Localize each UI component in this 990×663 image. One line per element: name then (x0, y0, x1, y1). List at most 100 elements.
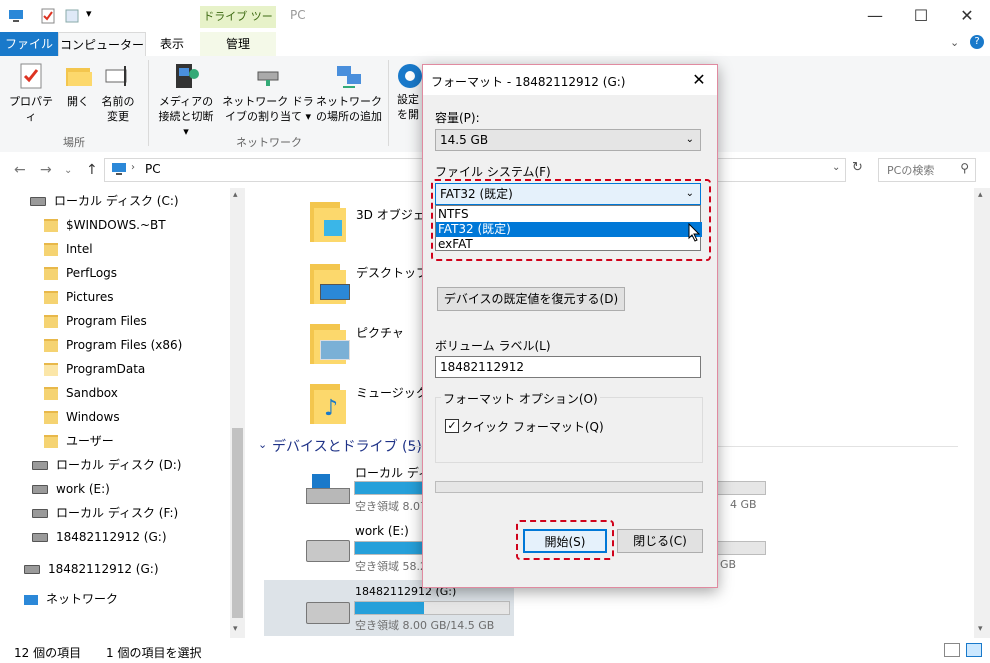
media-icon (170, 60, 202, 92)
minimize-button[interactable]: — (852, 0, 898, 32)
maximize-button[interactable]: ☐ (898, 0, 944, 32)
scroll-up-icon[interactable]: ▴ (233, 190, 238, 200)
refresh-icon[interactable]: ↻ (852, 160, 863, 175)
nav-item-folder[interactable]: $WINDOWS.~BT (44, 214, 166, 236)
nav-item-folder[interactable]: Intel (44, 238, 93, 260)
windows-drive-icon[interactable] (306, 474, 350, 504)
network-drive-icon (252, 60, 284, 92)
drive-c-capacity-suffix: 4 GB (730, 498, 757, 511)
up-arrow-icon[interactable]: ↑ (86, 162, 98, 178)
drive-icon (32, 533, 48, 542)
map-network-drive-button[interactable]: ネットワーク ドライブの割り当て ▾ (222, 60, 314, 124)
folder-desktop[interactable]: デスクトップ (356, 264, 428, 281)
close-dialog-button[interactable]: 閉じる(C) (617, 529, 703, 553)
quick-format-label[interactable]: クイック フォーマット(Q) (461, 418, 604, 435)
properties-button[interactable]: プロパティ (6, 60, 56, 124)
new-folder-icon[interactable] (64, 8, 80, 24)
recent-locations-chevron-icon[interactable]: ⌄ (64, 165, 72, 176)
nav-item-drive-g[interactable]: 18482112912 (G:) (32, 526, 167, 548)
properties-icon[interactable] (40, 8, 56, 24)
breadcrumb-pc[interactable]: PC (145, 162, 161, 176)
search-icon: ⚲ (960, 161, 969, 175)
large-icons-view-icon[interactable] (966, 643, 982, 657)
content-scrollbar[interactable]: ▴ ▾ (974, 188, 990, 638)
folder-desktop-icon[interactable] (310, 260, 350, 304)
folder-3d-objects-icon[interactable] (310, 198, 350, 242)
address-history-chevron-icon[interactable]: ⌄ (832, 162, 840, 173)
nav-item-drive-c[interactable]: ローカル ディスク (C:) (30, 190, 179, 212)
volume-label-input[interactable]: 18482112912 (435, 356, 701, 378)
section-header-devices[interactable]: デバイスとドライブ (5) (272, 436, 422, 456)
folder-pictures-icon[interactable] (310, 320, 350, 364)
nav-item-drive-d[interactable]: ローカル ディスク (D:) (32, 454, 181, 476)
breadcrumb-chevron-icon[interactable]: › (131, 162, 135, 173)
network-location-icon (333, 60, 365, 92)
nav-item-label: 18482112912 (G:) (48, 562, 159, 576)
ribbon-collapse-chevron-icon[interactable]: ⌄ (950, 36, 959, 49)
group-label-network: ネットワーク (236, 136, 302, 149)
nav-item-label: Program Files (66, 314, 147, 328)
add-network-location-button[interactable]: ネットワークの場所の追加 (316, 60, 382, 124)
open-button[interactable]: 開く (58, 60, 98, 109)
nav-item-folder[interactable]: Pictures (44, 286, 114, 308)
open-settings-button[interactable]: 設定を開 (394, 60, 422, 122)
folder-pictures[interactable]: ピクチャ (356, 324, 404, 341)
customize-toolbar-chevron-icon[interactable]: ▾ (86, 7, 92, 20)
ribbon-group-divider (388, 60, 389, 146)
nav-item-folder[interactable]: Sandbox (44, 382, 118, 404)
close-button[interactable]: ✕ (944, 0, 990, 32)
rename-button[interactable]: 名前の変更 (98, 60, 138, 124)
nav-item-label: Intel (66, 242, 93, 256)
nav-item-folder[interactable]: ユーザー (44, 430, 114, 452)
computer-icon[interactable] (8, 8, 24, 24)
nav-item-folder[interactable]: Program Files (44, 310, 147, 332)
quick-format-checkbox[interactable]: ✓ (445, 419, 459, 433)
nav-scrollbar[interactable]: ▴ ▾ (230, 188, 245, 638)
folder-icon (44, 411, 58, 424)
nav-item-drive-e[interactable]: work (E:) (32, 478, 110, 500)
drive-icon[interactable] (306, 540, 350, 562)
folder-music[interactable]: ミュージック (356, 384, 428, 401)
restore-defaults-button[interactable]: デバイスの既定値を復元する(D) (437, 287, 625, 311)
tab-computer[interactable]: コンピューター (58, 32, 146, 57)
nav-item-folder[interactable]: Windows (44, 406, 120, 428)
media-connect-button[interactable]: メディアの接続と切断 ▾ (154, 60, 218, 139)
capacity-select[interactable]: 14.5 GB ⌄ (435, 129, 701, 151)
nav-item-folder[interactable]: Program Files (x86) (44, 334, 182, 356)
tab-manage[interactable]: 管理 (200, 32, 276, 56)
search-input[interactable]: PCの検索 ⚲ (878, 158, 976, 182)
open-label: 開く (67, 95, 89, 108)
scroll-up-icon[interactable]: ▴ (978, 190, 983, 200)
title-bar: ▾ ドライブ ツール PC — ☐ ✕ (0, 0, 990, 45)
window-title: PC (290, 8, 306, 22)
nav-item-drive-f[interactable]: ローカル ディスク (F:) (32, 502, 178, 524)
search-placeholder: PCの検索 (887, 164, 935, 177)
drive-icon[interactable] (306, 602, 350, 624)
back-arrow-icon[interactable]: ← (14, 162, 26, 178)
section-collapse-chevron-icon[interactable]: ⌄ (258, 438, 267, 451)
scroll-down-icon[interactable]: ▾ (978, 624, 983, 634)
nav-item-label: ネットワーク (46, 592, 119, 606)
nav-item-label: ProgramData (66, 362, 146, 376)
nav-item-folder[interactable]: PerfLogs (44, 262, 117, 284)
nav-item-folder[interactable]: ProgramData (44, 358, 145, 380)
nav-scrollbar-thumb[interactable] (232, 428, 243, 618)
tab-file[interactable]: ファイル (0, 32, 58, 56)
scroll-down-icon[interactable]: ▾ (233, 624, 238, 634)
drive-e-name[interactable]: work (E:) (355, 524, 409, 538)
folder-icon (44, 363, 58, 376)
nav-item-label: 18482112912 (G:) (56, 530, 167, 544)
status-bar: 12 個の項目 1 個の項目を選択 (0, 640, 990, 663)
folder-icon (44, 243, 58, 256)
folder-music-icon[interactable]: ♪ (310, 380, 350, 424)
dialog-title: フォーマット - 18482112912 (G:) (431, 75, 626, 89)
nav-item-drive-g-root[interactable]: 18482112912 (G:) (24, 558, 159, 580)
dialog-close-button[interactable]: ✕ (681, 65, 717, 95)
nav-item-network[interactable]: ネットワーク (24, 588, 118, 610)
folder-icon (44, 315, 58, 328)
help-icon[interactable]: ? (970, 35, 984, 49)
folder-icon (44, 387, 58, 400)
tab-view[interactable]: 表示 (144, 32, 200, 56)
forward-arrow-icon[interactable]: → (40, 162, 52, 178)
details-view-icon[interactable] (944, 643, 960, 657)
